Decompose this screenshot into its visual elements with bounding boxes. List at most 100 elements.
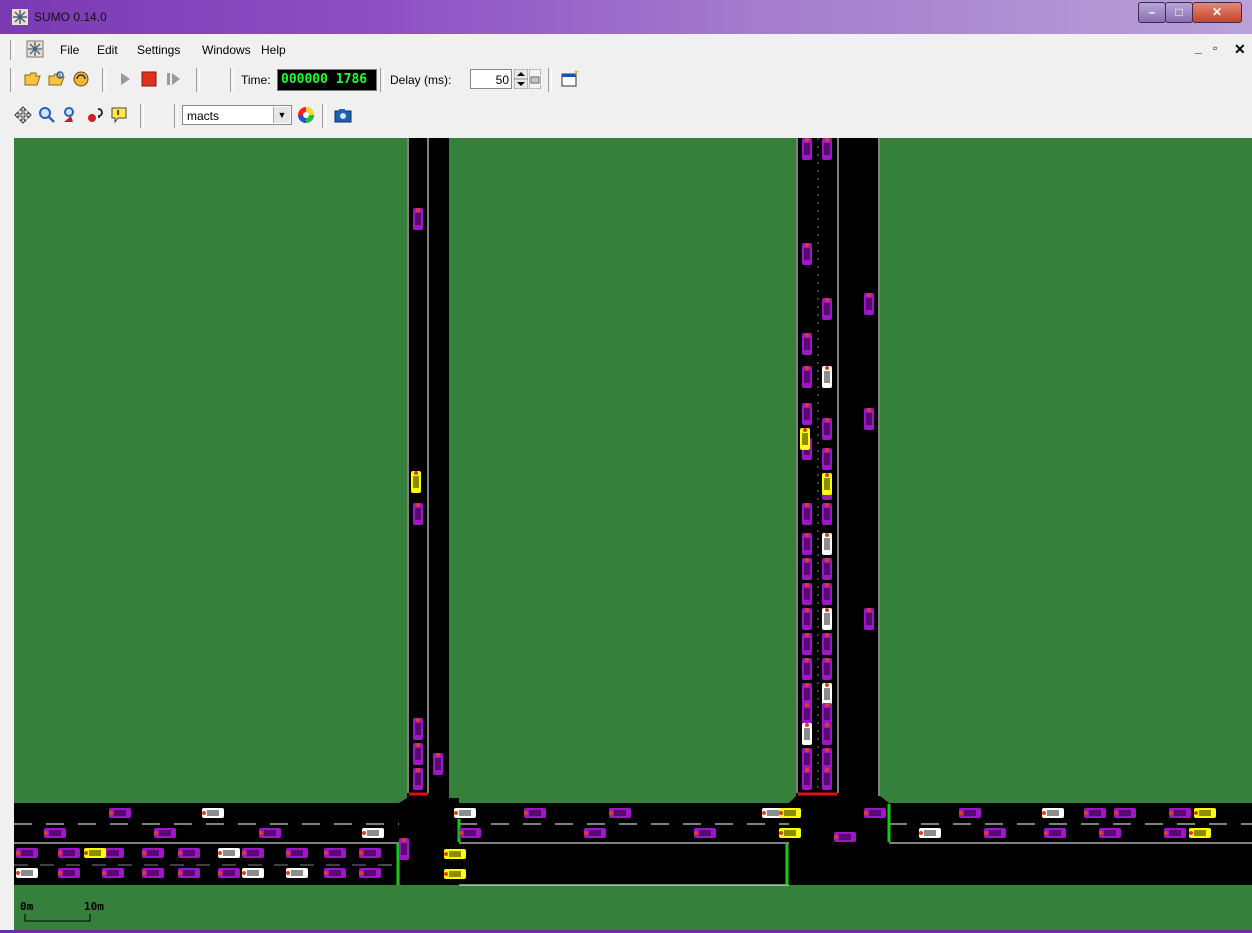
vehicle-light [825,533,829,537]
mdi-minimize-button[interactable]: _ [1195,41,1202,55]
new-view-icon[interactable] [561,70,579,88]
toolbar-grip[interactable] [174,104,178,128]
vehicle-light [416,503,420,507]
screenshot-icon[interactable] [334,106,352,124]
menu-file[interactable]: File [60,43,79,57]
vehicle-light [416,718,420,722]
delay-spinner[interactable] [514,69,528,89]
minimize-button[interactable]: – [1138,2,1166,23]
vehicle-light [444,872,448,876]
toolbar-grip[interactable] [230,68,234,92]
vehicle-window [824,613,830,625]
vehicle-window [804,638,810,650]
vehicle-window [1199,810,1211,816]
vehicle-light [825,608,829,612]
close-network-icon[interactable] [72,70,90,88]
tracker-icon[interactable] [86,106,104,124]
vehicle-light [402,838,406,842]
toolbar-grip[interactable] [196,68,200,92]
color-scheme-select[interactable]: macts ▼ [182,105,292,125]
mdi-restore-button[interactable]: ▫ [1213,41,1217,55]
vehicle-window [367,830,379,836]
vehicle-light [825,473,829,477]
toolbar-grip[interactable] [322,104,326,128]
toolbar-grip[interactable] [380,68,384,92]
vehicle-light [416,768,420,772]
stop-icon[interactable] [140,70,158,88]
toolbar-grip[interactable] [140,104,144,128]
road-network[interactable] [14,138,1252,930]
vehicle-light [1044,831,1048,835]
vehicle-light [1042,811,1046,815]
menu-settings[interactable]: Settings [137,43,180,57]
vehicle-window [824,143,830,155]
delay-input[interactable]: 50 [470,69,512,89]
vehicle-light [805,243,809,247]
open-icon[interactable] [24,70,42,88]
vehicle-light [109,811,113,815]
time-display: 000000 1786 [277,69,377,91]
vehicle-window [804,508,810,520]
vehicle-light [218,851,222,855]
mdi-close-button[interactable]: ✕ [1234,41,1246,58]
vehicle-light [359,851,363,855]
vehicle-light [359,871,363,875]
vehicle-window [413,476,419,488]
vehicle-window [21,850,33,856]
time-value: 000000 1786 [281,72,368,87]
vehicle-light [44,831,48,835]
vehicle-window [183,850,195,856]
close-button[interactable]: ✕ [1192,2,1242,23]
vehicle-window [1169,830,1181,836]
document-icon[interactable] [26,40,44,58]
step-icon[interactable] [164,70,182,88]
vehicle-window [869,810,881,816]
sumo-window: SUMO 0.14.0 – □ ✕ File Edit Settings Win… [0,0,1252,930]
vehicle-light [805,503,809,507]
vehicle-light [524,811,528,815]
vehicle-window [21,870,33,876]
toolbar-grip[interactable] [10,68,14,92]
junction-corner [789,796,889,803]
vehicle-window [824,563,830,575]
vehicle-window [804,753,810,765]
maximize-button[interactable]: □ [1165,2,1193,23]
vehicle-light [178,871,182,875]
recenter-icon[interactable] [14,106,32,124]
simulation-toolbar: Time: 000000 1786 Delay (ms): 50 [8,65,1252,95]
vehicle-window [401,843,407,855]
network-view-canvas[interactable]: 0m 10m [14,138,1252,930]
vehicle-light [1194,811,1198,815]
vehicle-light [825,723,829,727]
vehicle-light [154,831,158,835]
tooltip-icon[interactable] [110,106,128,124]
menu-edit[interactable]: Edit [97,43,118,57]
vehicle-light [867,293,871,297]
color-wheel-icon[interactable] [297,106,315,124]
toolbar-grip[interactable] [548,68,552,92]
menu-windows[interactable]: Windows [202,43,251,57]
toolbar-grip[interactable] [102,68,106,92]
vehicle-window [699,830,711,836]
reload-icon[interactable] [48,70,66,88]
locate-icon[interactable] [62,106,80,124]
vehicle-window [824,753,830,765]
chevron-down-icon[interactable]: ▼ [273,107,290,123]
vehicle-window [291,850,303,856]
vehicle-window [207,810,219,816]
vehicle-window [824,508,830,520]
vehicle-window [824,423,830,435]
zoom-icon[interactable] [38,106,56,124]
title-bar[interactable]: SUMO 0.14.0 – □ ✕ [0,0,1252,34]
time-label: Time: [241,73,271,87]
vehicle-window [824,478,830,490]
vehicle-light [1114,811,1118,815]
run-icon[interactable] [116,70,134,88]
vehicle-light [959,811,963,815]
vehicle-window [114,810,126,816]
delay-slider[interactable] [529,69,541,89]
vehicle-window [89,850,101,856]
junction-corner [399,798,459,803]
menu-grip[interactable] [10,40,14,60]
menu-help[interactable]: Help [261,43,286,57]
